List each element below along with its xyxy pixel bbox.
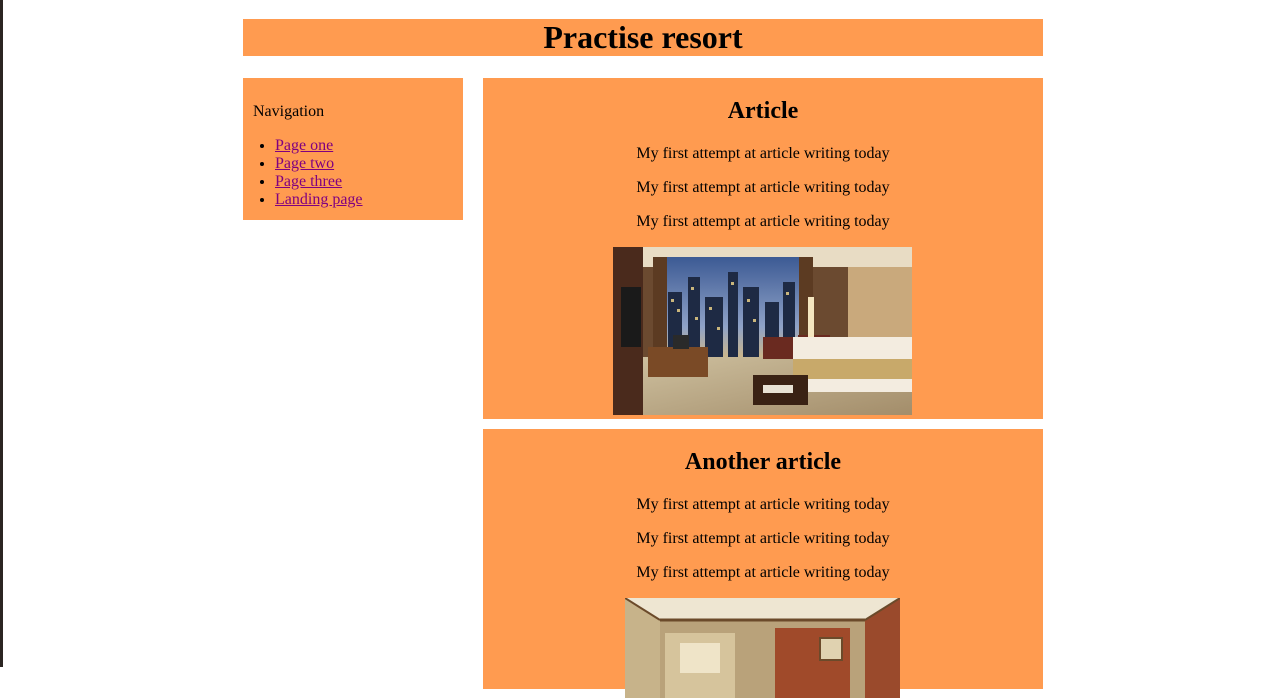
article-text: My first attempt at article writing toda…	[636, 496, 890, 513]
nav-link-landing-page[interactable]: Landing page	[275, 191, 363, 208]
navigation-heading: Navigation	[253, 103, 325, 120]
article-card: Article My first attempt at article writ…	[483, 78, 1043, 419]
article-title: Article	[727, 98, 799, 124]
site-header: Practise resort	[243, 19, 1043, 56]
hotel-room-photo	[613, 247, 912, 415]
article-text: My first attempt at article writing toda…	[636, 145, 890, 162]
nav-item-landing-page: Landing page	[275, 191, 363, 209]
nav-item-page-one: Page one	[275, 137, 363, 155]
nav-link-page-one[interactable]: Page one	[275, 137, 333, 154]
window-edge	[0, 0, 3, 667]
nav-item-page-two: Page two	[275, 155, 363, 173]
article-card: Another article My first attempt at arti…	[483, 429, 1043, 698]
article-text: My first attempt at article writing toda…	[636, 179, 890, 196]
article-title: Another article	[684, 449, 842, 475]
article-text: My first attempt at article writing toda…	[636, 564, 890, 581]
article-text: My first attempt at article writing toda…	[636, 213, 890, 230]
hotel-suite-photo	[625, 598, 900, 698]
nav-item-page-three: Page three	[275, 173, 363, 191]
nav-link-page-three[interactable]: Page three	[275, 173, 342, 190]
article-text: My first attempt at article writing toda…	[636, 530, 890, 547]
navigation-list: Page one Page two Page three Landing pag…	[253, 137, 363, 209]
page-title: Practise resort	[543, 19, 743, 55]
navigation-panel: Navigation Page one Page two Page three …	[243, 78, 463, 220]
nav-link-page-two[interactable]: Page two	[275, 155, 334, 172]
